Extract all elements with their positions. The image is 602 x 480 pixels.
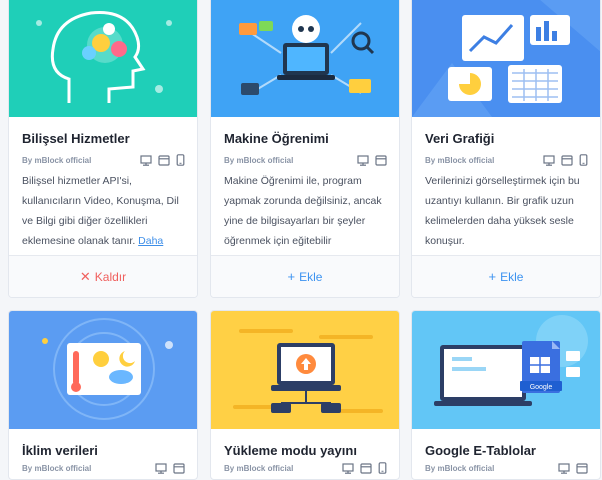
plus-icon: +	[488, 269, 497, 284]
mobile-icon	[579, 154, 588, 166]
add-button[interactable]: + Ekle	[211, 255, 399, 297]
card-title: Yükleme modu yayını	[224, 443, 357, 458]
desktop-icon	[140, 154, 152, 166]
add-label: Ekle	[299, 269, 323, 284]
card-description: Verilerinizi görselleştirmek için bu uza…	[425, 175, 580, 247]
card-author: By mBlock official	[22, 463, 92, 473]
extension-card-upload-mode-broadcast[interactable]: Yükleme modu yayını By mBlock official	[210, 310, 400, 480]
extension-card-machine-learning[interactable]: Makine Öğrenimi By mBlock official Makin…	[210, 0, 400, 298]
window-icon	[158, 154, 170, 166]
extension-card-cognitive-services[interactable]: Bilişsel Hizmetler By mBlock official Bi…	[8, 0, 198, 298]
add-button[interactable]: + Ekle	[412, 255, 600, 297]
desktop-icon	[543, 154, 555, 166]
mobile-icon	[176, 154, 185, 166]
card-author: By mBlock official	[425, 463, 495, 473]
card-author: By mBlock official	[425, 155, 495, 165]
thumbnail-charts	[412, 0, 600, 117]
mobile-icon	[378, 462, 387, 474]
card-author: By mBlock official	[22, 155, 92, 165]
add-label: Ekle	[500, 269, 524, 284]
card-description: Bilişsel hizmetler API'si, kullanıcıları…	[22, 175, 179, 247]
card-title: İklim verileri	[22, 443, 98, 458]
card-title: Bilişsel Hizmetler	[22, 131, 130, 146]
extension-card-climate-data[interactable]: İklim verileri By mBlock official	[8, 310, 198, 480]
extension-card-google-sheets[interactable]: Google Google E-Tablolar By mBlock offic…	[411, 310, 601, 480]
extension-card-data-chart[interactable]: Veri Grafiği By mBlock official Verileri…	[411, 0, 601, 298]
card-description: Makine Öğrenimi ile, program yapmak zoru…	[224, 175, 382, 247]
thumbnail-weather	[9, 311, 197, 429]
thumbnail-brain	[9, 0, 197, 117]
more-link[interactable]: Daha	[138, 235, 163, 247]
card-title: Google E-Tablolar	[425, 443, 536, 458]
remove-button[interactable]: ✕ Kaldır	[9, 255, 197, 297]
thumbnail-upload	[211, 311, 399, 429]
window-icon	[375, 154, 387, 166]
desktop-icon	[357, 154, 369, 166]
thumbnail-sheets: Google	[412, 311, 600, 429]
window-icon	[561, 154, 573, 166]
google-label: Google	[530, 384, 553, 391]
card-author: By mBlock official	[224, 463, 294, 473]
remove-label: Kaldır	[94, 269, 127, 284]
card-title: Veri Grafiği	[425, 131, 495, 146]
card-author: By mBlock official	[224, 155, 294, 165]
plus-icon: +	[287, 269, 296, 284]
close-icon: ✕	[79, 268, 91, 284]
card-title: Makine Öğrenimi	[224, 131, 329, 146]
thumbnail-robot	[211, 0, 399, 117]
